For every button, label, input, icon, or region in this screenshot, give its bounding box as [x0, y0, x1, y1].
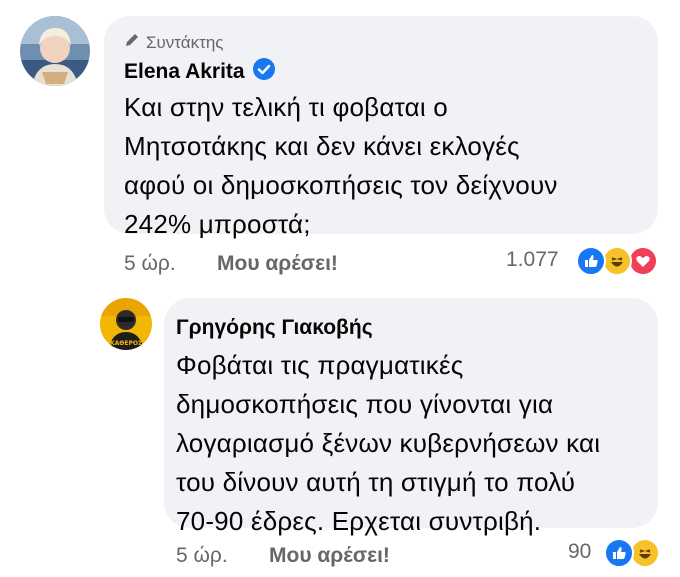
- reply-reactions[interactable]: 90: [568, 538, 668, 568]
- comment-author: Elena Akrita: [124, 58, 275, 86]
- svg-text:ΚΑΘΕΡΟΣ: ΚΑΘΕΡΟΣ: [110, 340, 142, 347]
- reaction-count[interactable]: 1.077: [506, 248, 559, 272]
- comment-reactions[interactable]: 1.077: [506, 246, 666, 276]
- comment-time[interactable]: 5 ώρ.: [124, 252, 176, 276]
- role-label: Συντάκτης: [146, 32, 224, 52]
- comment-like-button[interactable]: Μου αρέσει!: [217, 252, 338, 276]
- pencil-icon: [124, 32, 140, 53]
- reply-reaction-count[interactable]: 90: [568, 540, 591, 564]
- haha-icon: [630, 538, 660, 568]
- reply-like-button[interactable]: Μου αρέσει!: [269, 544, 390, 568]
- like-icon: [604, 538, 634, 568]
- verified-badge-icon: [252, 58, 275, 86]
- commenter-avatar[interactable]: [20, 16, 90, 86]
- reply-author-name-link[interactable]: Γρηγόρης Γιακοβής: [176, 316, 373, 340]
- like-icon: [576, 246, 606, 276]
- reply-time[interactable]: 5 ώρ.: [176, 544, 228, 568]
- reply-author: Γρηγόρης Γιακοβής: [176, 316, 373, 340]
- author-role-badge: Συντάκτης: [124, 32, 223, 53]
- haha-icon: [602, 246, 632, 276]
- reply-avatar[interactable]: ΚΑΘΕΡΟΣ: [100, 298, 152, 350]
- love-icon: [628, 246, 658, 276]
- comment-text: Και στην τελική τι φοβαται ο Μητσοτάκης …: [124, 92, 558, 239]
- reply-text: Φοβάται τις πραγματικές δημοσκοπήσεις πο…: [176, 350, 601, 536]
- author-name-link[interactable]: Elena Akrita: [124, 60, 245, 84]
